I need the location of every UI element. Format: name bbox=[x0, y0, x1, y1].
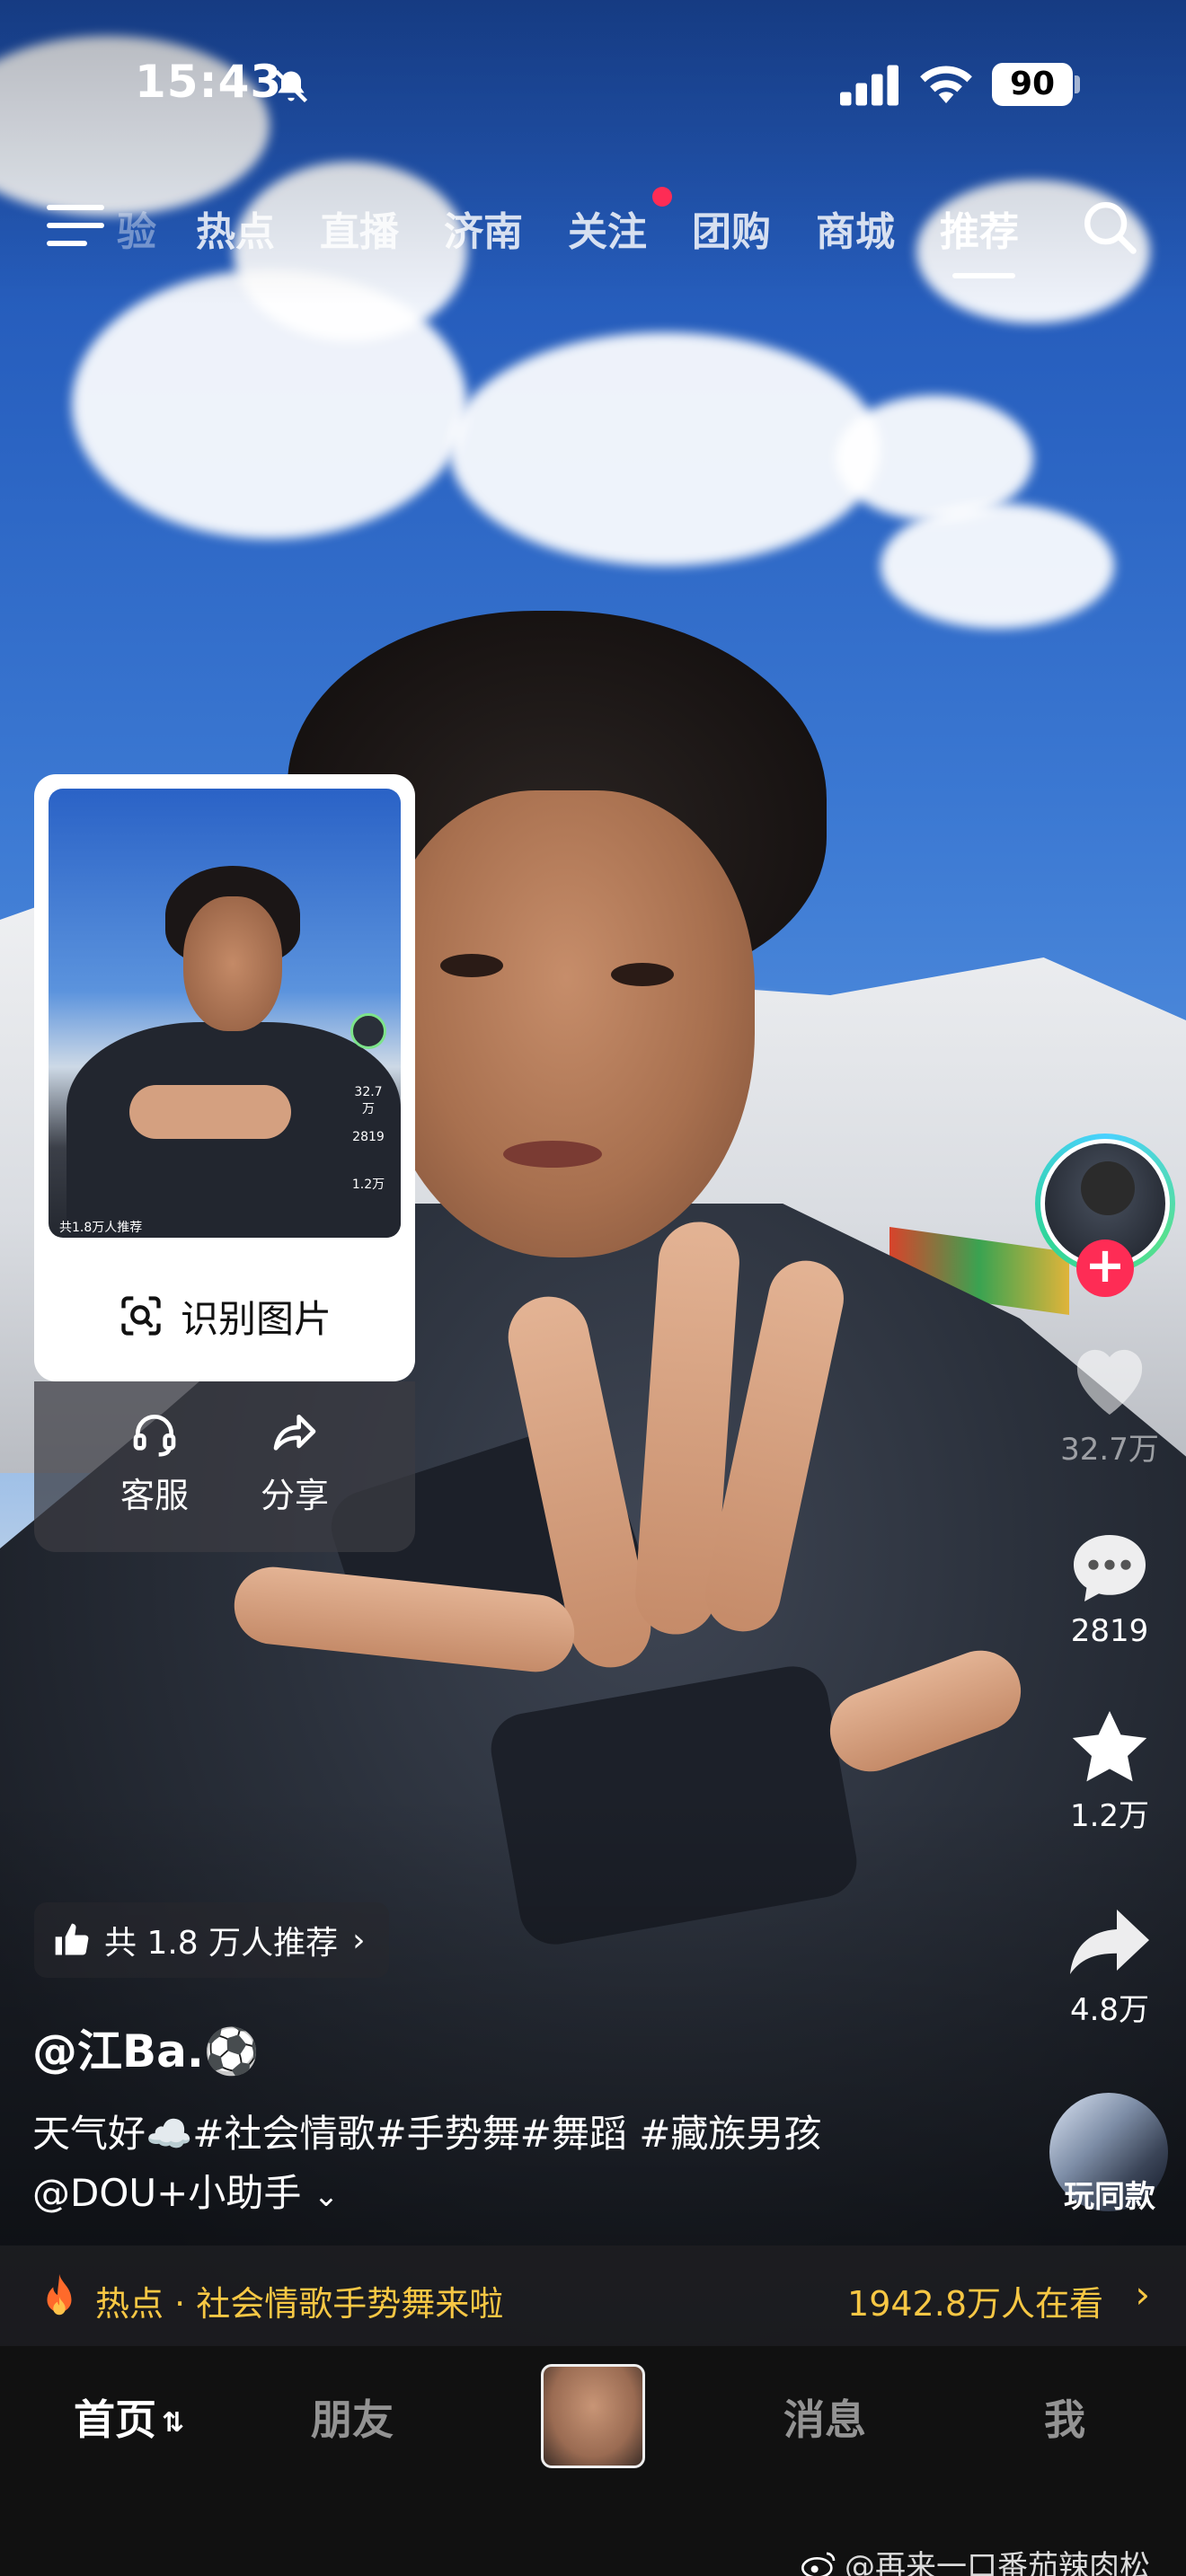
popup-actions: 客服 分享 bbox=[34, 1381, 415, 1552]
headset-icon bbox=[133, 1415, 176, 1457]
following-notification-dot bbox=[652, 187, 672, 207]
share-arrow-icon bbox=[1070, 1910, 1149, 1974]
heart-icon bbox=[1076, 1349, 1143, 1415]
thumbnail-likes: 32.7万 bbox=[354, 1085, 383, 1116]
person-face bbox=[377, 790, 755, 1257]
person-mouth bbox=[503, 1141, 602, 1168]
image-scan-icon bbox=[121, 1296, 161, 1336]
menu-icon[interactable] bbox=[47, 205, 104, 251]
person-eye bbox=[440, 954, 503, 977]
same-style-label[interactable]: 玩同款 bbox=[1033, 2172, 1186, 2216]
active-tab-underline bbox=[952, 273, 1015, 278]
tab-live[interactable]: 直播 bbox=[320, 199, 399, 257]
thumbnail-face bbox=[183, 896, 282, 1031]
tab-recommend[interactable]: 推荐 bbox=[940, 199, 1019, 257]
customer-service-button[interactable]: 客服 bbox=[92, 1408, 217, 1517]
mention-link[interactable]: @DOU+小助手 ⌄ bbox=[32, 2163, 339, 2218]
thumbnail-favorites: 1.2万 bbox=[351, 1178, 385, 1192]
hot-topic-text: 热点 · 社会情歌手势舞来啦 bbox=[95, 2284, 504, 2324]
follow-plus-button[interactable]: + bbox=[1076, 1239, 1134, 1297]
watermark: @再来一口番茄辣肉松 bbox=[801, 2542, 1150, 2576]
weibo-icon bbox=[801, 2552, 836, 2576]
author-name[interactable]: @江Ba.⚽ bbox=[32, 2016, 260, 2080]
cloud bbox=[449, 332, 881, 566]
share-icon bbox=[273, 1415, 316, 1451]
thumbnail-hand bbox=[129, 1085, 291, 1139]
recommend-pill[interactable]: 共 1.8 万人推荐 › bbox=[34, 1902, 389, 1978]
comment-button[interactable]: 2819 bbox=[1033, 1527, 1186, 1649]
status-bar: 15:43 90 bbox=[0, 0, 1186, 171]
tab-jinan[interactable]: 济南 bbox=[444, 199, 523, 257]
create-button[interactable] bbox=[541, 2364, 645, 2468]
long-press-menu: 32.7万 2819 1.2万 共1.8万人推荐 识别图片 客服 分享 bbox=[34, 774, 415, 1552]
flame-icon bbox=[47, 2273, 72, 2316]
wifi-icon bbox=[920, 66, 972, 103]
cellular-signal-icon bbox=[840, 65, 898, 106]
tab-home-label: 首页 bbox=[74, 2395, 156, 2444]
star-icon bbox=[1072, 1711, 1147, 1782]
chevron-right-icon: › bbox=[352, 1921, 366, 1959]
watermark-text: @再来一口番茄辣肉松 bbox=[845, 2549, 1150, 2576]
tab-group-buy[interactable]: 团购 bbox=[692, 199, 771, 257]
top-nav: 验 热点 直播 济南 关注 团购 商城 推荐 bbox=[0, 180, 1186, 287]
customer-service-label: 客服 bbox=[119, 1476, 189, 1515]
favorite-count: 1.2万 bbox=[1069, 1798, 1150, 1834]
chevron-right-icon: › bbox=[1135, 2272, 1150, 2316]
share-count: 4.8万 bbox=[1069, 1992, 1150, 2028]
battery-indicator: 90 bbox=[992, 63, 1073, 106]
tab-mall[interactable]: 商城 bbox=[816, 199, 895, 257]
like-button[interactable]: 32.7万 bbox=[1033, 1338, 1186, 1469]
status-time: 15:43 bbox=[135, 56, 283, 108]
search-icon[interactable] bbox=[1078, 196, 1141, 259]
swap-icon: ⇅ bbox=[162, 2407, 185, 2439]
tab-home[interactable]: 首页 ⇅ bbox=[74, 2387, 184, 2447]
share-label: 分享 bbox=[260, 1476, 329, 1515]
mention-text: @DOU+小助手 bbox=[32, 2171, 302, 2215]
share-button[interactable]: 分享 bbox=[232, 1408, 358, 1517]
like-count: 32.7万 bbox=[1060, 1432, 1159, 1468]
person-eye bbox=[611, 963, 674, 986]
popup-card: 32.7万 2819 1.2万 共1.8万人推荐 识别图片 bbox=[34, 774, 415, 1381]
identify-image-button[interactable]: 识别图片 bbox=[34, 1277, 415, 1354]
viewer-count: 1942.8万人在看 bbox=[847, 2284, 1103, 2324]
battery-tip bbox=[1075, 75, 1080, 93]
tab-hot[interactable]: 热点 bbox=[196, 199, 275, 257]
tab-friends[interactable]: 朋友 bbox=[311, 2387, 394, 2447]
tab-messages[interactable]: 消息 bbox=[783, 2387, 866, 2447]
bell-muted-icon bbox=[274, 69, 308, 103]
share-rail-button[interactable]: 4.8万 bbox=[1033, 1904, 1186, 2029]
thumbs-up-icon bbox=[55, 1923, 89, 1955]
comment-icon bbox=[1074, 1535, 1146, 1601]
identify-image-label: 识别图片 bbox=[180, 1296, 332, 1341]
hot-topic-bar[interactable]: 热点 · 社会情歌手势舞来啦 1942.8万人在看 › bbox=[0, 2245, 1186, 2346]
chevron-down-icon: ⌄ bbox=[313, 2178, 340, 2214]
cloud bbox=[836, 395, 1033, 521]
comment-count: 2819 bbox=[1070, 1613, 1149, 1649]
video-thumbnail[interactable]: 32.7万 2819 1.2万 共1.8万人推荐 bbox=[49, 789, 401, 1238]
thumbnail-caption: 共1.8万人推荐 bbox=[59, 1221, 143, 1235]
tab-me[interactable]: 我 bbox=[1044, 2387, 1085, 2447]
bottom-tab-bar: 首页 ⇅ 朋友 消息 我 @再来一口番茄辣肉松 bbox=[0, 2346, 1186, 2576]
tab-partial[interactable]: 验 bbox=[117, 199, 156, 257]
tab-following[interactable]: 关注 bbox=[568, 199, 647, 257]
recommend-text: 共 1.8 万人推荐 bbox=[104, 1925, 339, 1962]
video-caption[interactable]: 天气好☁️#社会情歌#手势舞#舞蹈 #藏族男孩 bbox=[32, 2104, 821, 2158]
favorite-button[interactable]: 1.2万 bbox=[1033, 1705, 1186, 1835]
thumbnail-comments: 2819 bbox=[352, 1130, 385, 1144]
thumbnail-avatar bbox=[350, 1013, 386, 1049]
cloud bbox=[881, 503, 1114, 629]
